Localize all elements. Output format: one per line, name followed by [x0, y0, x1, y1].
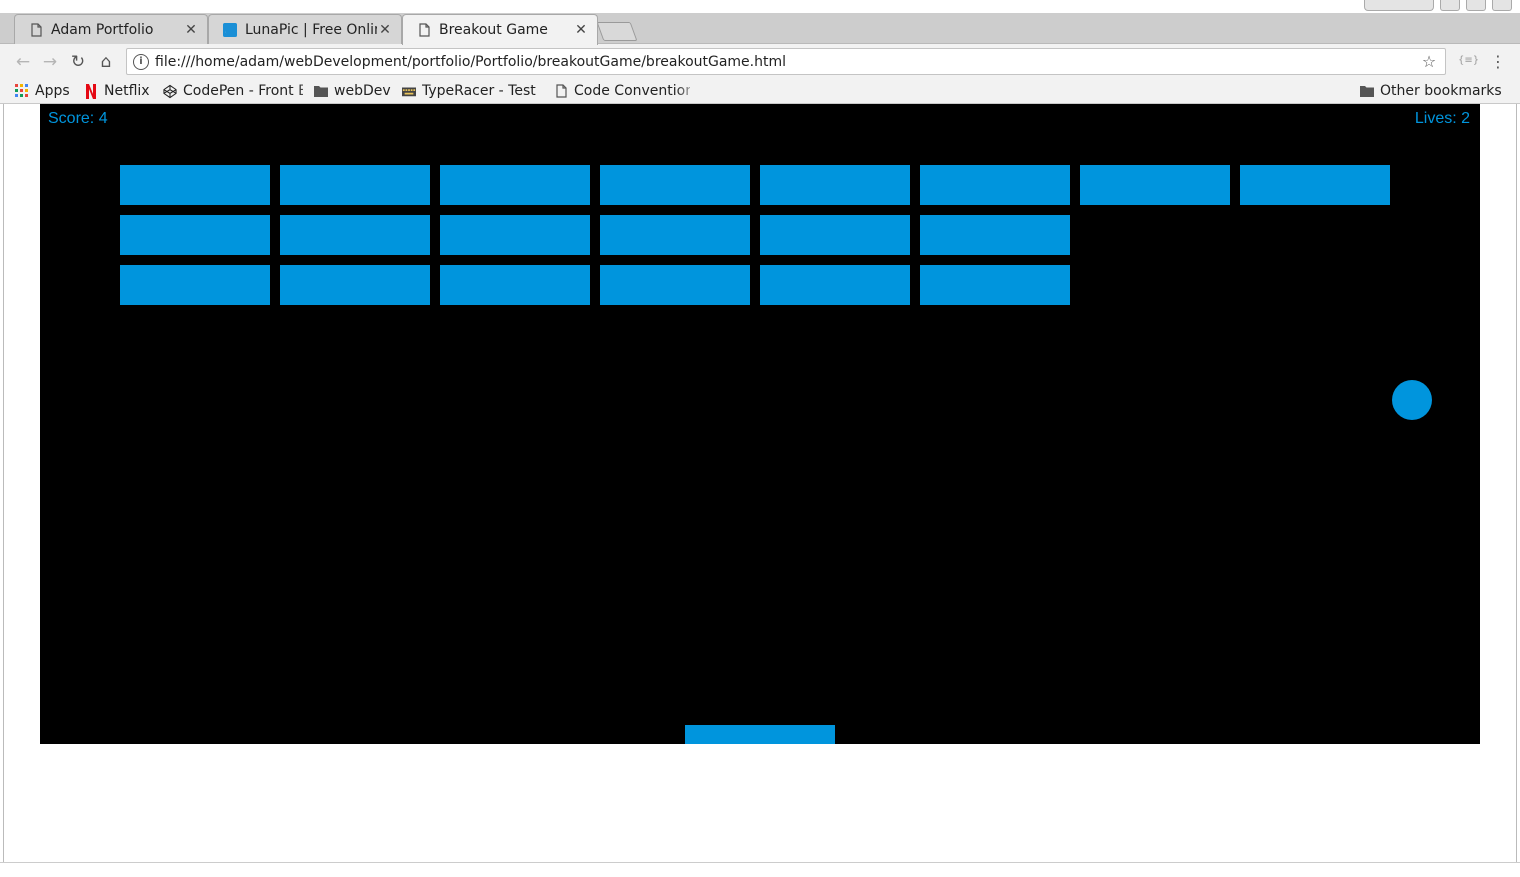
brick-r1-c2 — [280, 165, 430, 205]
tab-strip: Adam Portfolio ✕ LunaPic | Free Online ✕… — [0, 0, 1520, 45]
tab-lunapic[interactable]: LunaPic | Free Online ✕ — [208, 14, 402, 45]
close-icon[interactable]: ✕ — [183, 22, 199, 38]
info-icon[interactable]: i — [133, 53, 149, 70]
reload-icon[interactable]: ↻ — [68, 52, 88, 72]
brick-r3-c3 — [440, 265, 590, 305]
bookmark-label: Apps — [35, 83, 70, 99]
bookmark-netflix[interactable]: Netflix — [84, 81, 150, 101]
close-window-button[interactable] — [1492, 0, 1512, 11]
bookmark-code-conventions[interactable]: Code Conventions — [554, 81, 690, 101]
codepen-icon — [163, 84, 177, 98]
bookmark-other[interactable]: Other bookmarks — [1360, 81, 1502, 101]
minimize-button[interactable] — [1440, 0, 1460, 11]
tab-title: Breakout Game — [439, 22, 548, 38]
bookmark-star-icon[interactable]: ☆ — [1419, 52, 1439, 71]
brick-r1-c5 — [760, 165, 910, 205]
extension-icon[interactable]: {≡} — [1458, 55, 1479, 66]
tab-title: Adam Portfolio — [51, 22, 154, 38]
address-bar[interactable]: i file:///home/adam/webDevelopment/portf… — [126, 48, 1446, 75]
toolbar: ← → ↻ ⌂ i file:///home/adam/webDevelopme… — [0, 44, 1520, 79]
bookmark-label: TypeRacer - Test your — [422, 83, 540, 99]
lunapic-icon — [223, 22, 237, 38]
ball — [1392, 380, 1432, 420]
tab-adam-portfolio[interactable]: Adam Portfolio ✕ — [14, 14, 208, 45]
brick-r2-c5 — [760, 215, 910, 255]
page-icon — [417, 22, 431, 38]
folder-icon — [1360, 84, 1374, 98]
brick-r2-c2 — [280, 215, 430, 255]
brick-r1-c1 — [120, 165, 270, 205]
home-icon[interactable]: ⌂ — [96, 52, 116, 72]
url-text[interactable]: file:///home/adam/webDevelopment/portfol… — [155, 54, 1419, 70]
brick-r2-c4 — [600, 215, 750, 255]
tab-title: LunaPic | Free Online — [245, 22, 377, 38]
brick-r1-c4 — [600, 165, 750, 205]
bookmarks-bar: Apps Netflix CodePen - Front End webDev … — [0, 79, 1520, 104]
bookmark-typeracer[interactable]: TypeRacer - Test your — [402, 81, 540, 101]
brick-r1-c6 — [920, 165, 1070, 205]
window-controls — [1440, 0, 1512, 11]
new-tab-button[interactable] — [596, 22, 638, 41]
close-icon[interactable]: ✕ — [377, 22, 393, 38]
page-icon — [29, 22, 43, 38]
brick-r3-c5 — [760, 265, 910, 305]
score-display: Score: 4 — [48, 110, 108, 127]
bookmark-codepen[interactable]: CodePen - Front End — [163, 81, 303, 101]
brick-r2-c1 — [120, 215, 270, 255]
bookmark-label: CodePen - Front End — [183, 83, 303, 99]
brick-r3-c1 — [120, 265, 270, 305]
page-icon — [554, 84, 568, 98]
paddle[interactable] — [685, 725, 835, 744]
tab-breakout-game[interactable]: Breakout Game ✕ — [402, 14, 598, 45]
bookmark-label: Code Conventions — [574, 83, 690, 99]
bookmark-label: webDev — [334, 83, 391, 99]
close-icon[interactable]: ✕ — [573, 22, 589, 38]
game-canvas[interactable]: Score: 4 Lives: 2 — [40, 104, 1480, 744]
brick-r2-c3 — [440, 215, 590, 255]
status-area — [0, 862, 1520, 877]
bookmark-apps[interactable]: Apps — [15, 81, 70, 101]
brick-r1-c3 — [440, 165, 590, 205]
bookmark-webdev[interactable]: webDev — [314, 81, 391, 101]
bookmark-label: Netflix — [104, 83, 150, 99]
bookmark-label: Other bookmarks — [1380, 83, 1502, 99]
back-arrow-icon[interactable]: ← — [13, 52, 33, 72]
lives-display: Lives: 2 — [1414, 110, 1470, 127]
brick-r1-c7 — [1080, 165, 1230, 205]
typeracer-icon — [402, 84, 416, 98]
profile-button[interactable] — [1364, 0, 1434, 11]
maximize-button[interactable] — [1466, 0, 1486, 11]
forward-arrow-icon[interactable]: → — [40, 52, 60, 72]
brick-r1-c8 — [1240, 165, 1390, 205]
brick-r3-c2 — [280, 265, 430, 305]
brick-r2-c6 — [920, 215, 1070, 255]
netflix-icon — [84, 83, 98, 99]
brick-r3-c6 — [920, 265, 1070, 305]
apps-grid-icon — [15, 84, 29, 98]
menu-icon[interactable]: ⋮ — [1490, 52, 1506, 72]
brick-r3-c4 — [600, 265, 750, 305]
folder-icon — [314, 84, 328, 98]
